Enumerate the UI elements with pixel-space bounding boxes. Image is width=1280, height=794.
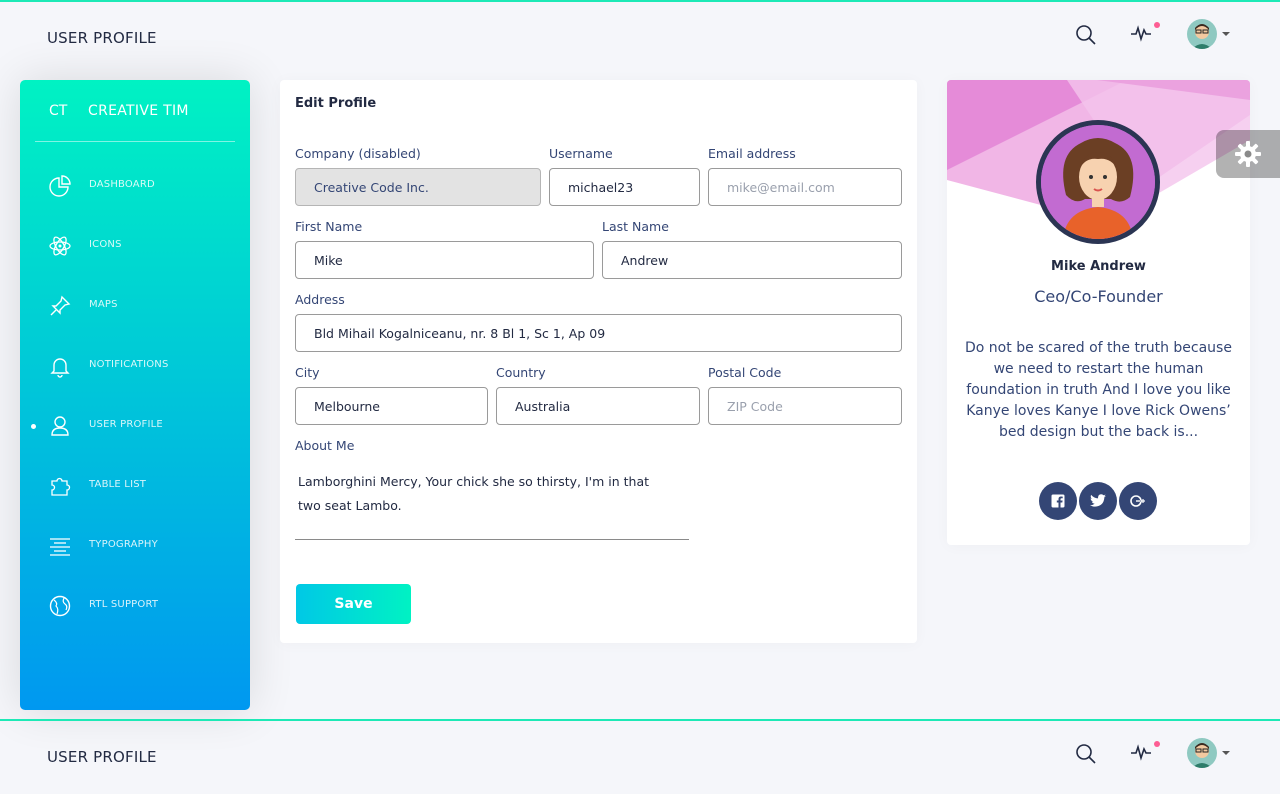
- sidebar-item-maps[interactable]: MAPS: [20, 286, 250, 326]
- notification-dot: [1154, 22, 1160, 28]
- address-field[interactable]: Bld Mihail Kogalniceanu, nr. 8 Bl 1, Sc …: [295, 314, 902, 352]
- google-plus-icon[interactable]: [1119, 482, 1157, 520]
- user-card: Mike Andrew Ceo/Co-Founder Do not be sca…: [947, 80, 1250, 545]
- sidebar-item-label: RTL SUPPORT: [89, 599, 159, 610]
- sidebar-item-table-list[interactable]: TABLE LIST: [20, 466, 250, 506]
- logo-text[interactable]: CREATIVE TIM: [88, 103, 189, 119]
- profile-name: Mike Andrew: [1051, 259, 1146, 274]
- city-field[interactable]: Melbourne: [295, 387, 488, 425]
- profile-description: Do not be scared of the truth because we…: [965, 340, 1232, 440]
- city-label: City: [295, 365, 320, 380]
- bell-icon: [50, 358, 70, 378]
- edit-profile-card: Edit Profile Company (disabled) Creative…: [280, 80, 917, 643]
- about-me-textarea[interactable]: Lamborghini Mercy, Your chick she so thi…: [298, 470, 672, 518]
- align-center-icon: [50, 538, 70, 556]
- puzzle-icon: [51, 477, 71, 496]
- country-label: Country: [496, 365, 546, 380]
- settings-plugin[interactable]: [1216, 130, 1280, 178]
- profile-role: Ceo/Co-Founder: [1034, 287, 1163, 306]
- sidebar: CT CREATIVE TIM DASHBOARD ICONS MAPS NOT…: [20, 80, 250, 710]
- username-field[interactable]: michael23: [549, 168, 700, 206]
- postal-code-field[interactable]: ZIP Code: [708, 387, 902, 425]
- sidebar-item-user-profile[interactable]: USER PROFILE: [20, 406, 250, 446]
- active-indicator: [31, 424, 36, 429]
- avatar[interactable]: [1187, 19, 1217, 49]
- sidebar-item-label: USER PROFILE: [89, 419, 163, 430]
- page-title: USER PROFILE: [47, 29, 157, 47]
- twitter-icon[interactable]: [1079, 482, 1117, 520]
- card-title: Edit Profile: [295, 96, 377, 111]
- top-navbar: USER PROFILE: [0, 2, 1280, 74]
- activity-icon[interactable]: [1128, 20, 1154, 46]
- sidebar-divider: [35, 141, 235, 142]
- first-name-field[interactable]: Mike: [295, 241, 594, 279]
- profile-avatar: [1036, 120, 1160, 244]
- sidebar-item-label: DASHBOARD: [89, 179, 155, 190]
- sidebar-item-dashboard[interactable]: DASHBOARD: [20, 166, 250, 206]
- search-icon[interactable]: [1073, 22, 1099, 48]
- world-icon: [49, 595, 71, 617]
- sidebar-item-label: NOTIFICATIONS: [89, 359, 169, 370]
- country-field[interactable]: Australia: [496, 387, 700, 425]
- last-name-label: Last Name: [602, 219, 669, 234]
- bottom-navbar: USER PROFILE: [0, 722, 1280, 794]
- page-title: USER PROFILE: [47, 748, 157, 766]
- first-name-label: First Name: [295, 219, 363, 234]
- pin-icon: [50, 295, 71, 316]
- postal-code-label: Postal Code: [708, 365, 782, 380]
- sidebar-item-label: TABLE LIST: [89, 479, 147, 490]
- email-field[interactable]: mike@email.com: [708, 168, 902, 206]
- textarea-underline: [295, 539, 689, 540]
- chart-pie-icon: [49, 175, 71, 197]
- chevron-down-icon[interactable]: [1222, 32, 1230, 36]
- sidebar-item-icons[interactable]: ICONS: [20, 226, 250, 266]
- sidebar-item-label: MAPS: [89, 299, 118, 310]
- search-icon[interactable]: [1073, 741, 1099, 767]
- gear-icon: [1235, 141, 1261, 167]
- about-me-label: About Me: [295, 438, 355, 453]
- sidebar-item-typography[interactable]: TYPOGRAPHY: [20, 526, 250, 566]
- facebook-icon[interactable]: [1039, 482, 1077, 520]
- company-label: Company (disabled): [295, 146, 421, 161]
- sidebar-item-notifications[interactable]: NOTIFICATIONS: [20, 346, 250, 386]
- save-button[interactable]: Save: [296, 584, 411, 624]
- company-field: Creative Code Inc.: [295, 168, 541, 206]
- email-label: Email address: [708, 146, 796, 161]
- avatar[interactable]: [1187, 738, 1217, 768]
- sidebar-item-label: TYPOGRAPHY: [89, 539, 158, 550]
- user-icon: [51, 416, 69, 436]
- logo-mini[interactable]: CT: [49, 103, 67, 119]
- sidebar-item-label: ICONS: [89, 239, 122, 250]
- notification-dot: [1154, 741, 1160, 747]
- last-name-field[interactable]: Andrew: [602, 241, 902, 279]
- sidebar-item-rtl-support[interactable]: RTL SUPPORT: [20, 586, 250, 626]
- chevron-down-icon[interactable]: [1222, 751, 1230, 755]
- address-label: Address: [295, 292, 345, 307]
- username-label: Username: [549, 146, 613, 161]
- atom-icon: [49, 236, 71, 256]
- bottom-accent-line: [0, 719, 1280, 721]
- activity-icon[interactable]: [1128, 739, 1154, 765]
